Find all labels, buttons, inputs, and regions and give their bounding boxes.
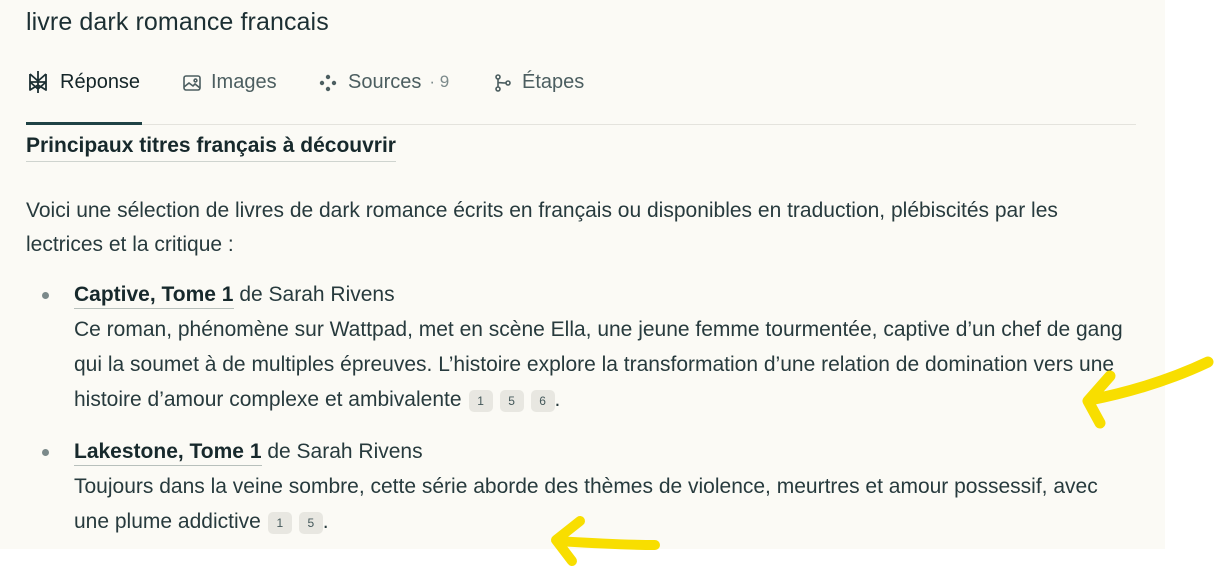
yellow-arrow-annotation [551,516,660,566]
yellow-arrow-annotation [1082,356,1214,429]
annotation-arrows [551,356,1214,566]
